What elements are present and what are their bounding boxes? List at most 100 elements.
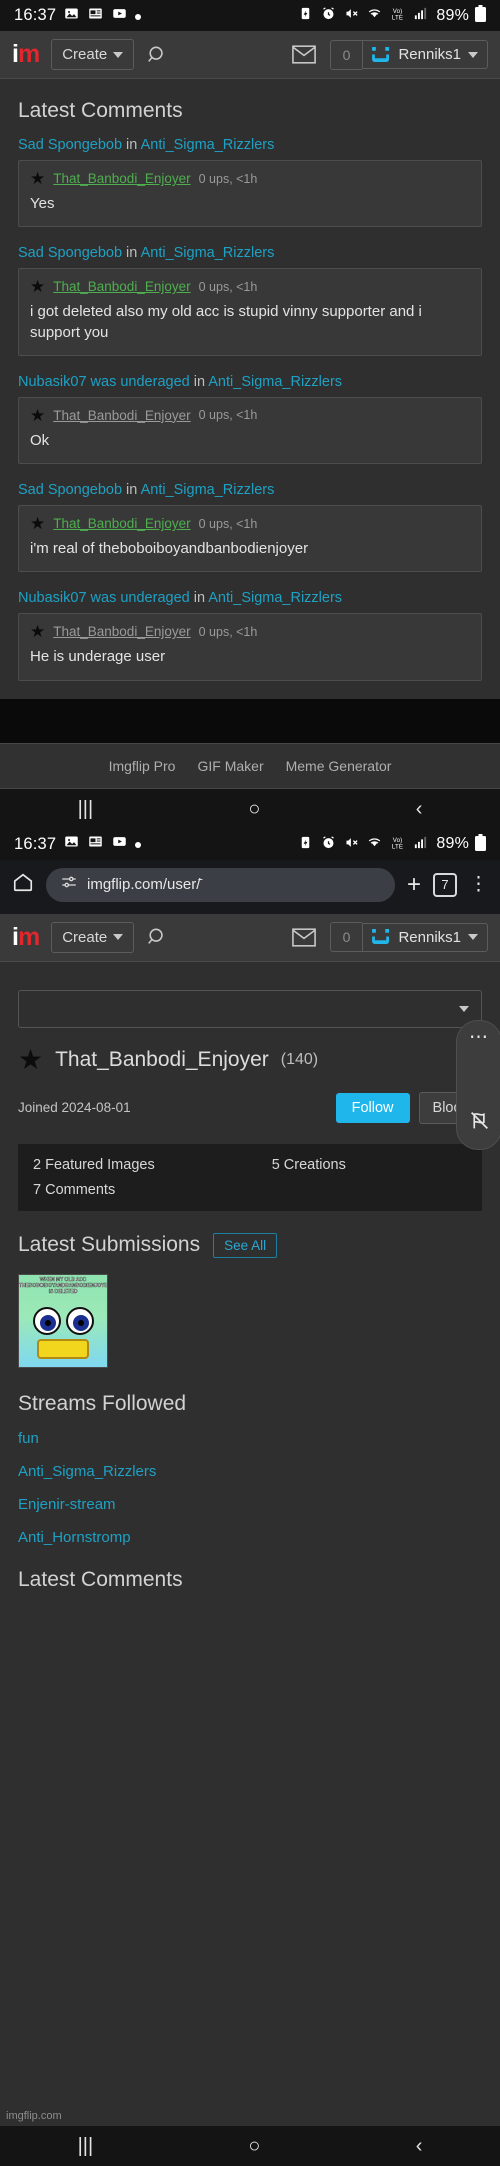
recents-button[interactable]: ||| xyxy=(78,799,94,819)
comment-meta: ★ That_Banbodi_Enjoyer 0 ups, <1h xyxy=(30,407,470,424)
kebab-menu-icon[interactable]: ⋮ xyxy=(469,874,488,894)
search-icon[interactable] xyxy=(146,44,168,66)
comment-stats: 0 ups, <1h xyxy=(198,624,258,639)
battery-saver-icon xyxy=(297,835,314,854)
comment-author-link[interactable]: That_Banbodi_Enjoyer xyxy=(53,624,190,639)
comment-author-link[interactable]: That_Banbodi_Enjoyer xyxy=(53,516,190,531)
url-bar[interactable]: imgflip.com/user/̄ xyxy=(46,867,395,902)
status-bar-left: 16:37 xyxy=(14,834,142,854)
logo-letter-m: m xyxy=(17,922,40,951)
post-link[interactable]: Sad Spongebob xyxy=(18,482,122,498)
more-dots-icon[interactable]: ⋯ xyxy=(469,1028,489,1046)
post-link[interactable]: Sad Spongebob xyxy=(18,137,122,153)
comment-context: Sad Spongebob in Anti_Sigma_Rizzlers xyxy=(18,137,482,153)
alarm-icon xyxy=(320,6,337,25)
battery-saver-icon xyxy=(297,6,314,25)
profile-stats: 2 Featured Images 5 Creations 7 Comments xyxy=(18,1143,482,1211)
stat-featured-images[interactable]: 2 Featured Images xyxy=(33,1157,272,1173)
stream-link[interactable]: Anti_Sigma_Rizzlers xyxy=(141,245,275,261)
stats-row: 7 Comments xyxy=(33,1182,467,1198)
home-icon[interactable] xyxy=(12,871,34,898)
battery-icon xyxy=(475,5,486,26)
stream-link[interactable]: Anti_Sigma_Rizzlers xyxy=(141,482,275,498)
create-button[interactable]: Create xyxy=(51,921,135,953)
star-icon: ★ xyxy=(30,405,46,425)
chevron-down-icon xyxy=(459,1005,469,1012)
back-button[interactable]: ‹ xyxy=(416,799,423,819)
user-menu-button[interactable]: Renniks1 xyxy=(362,40,488,69)
dot-icon xyxy=(135,7,142,25)
stream-link[interactable]: Anti_Sigma_Rizzlers xyxy=(208,590,342,606)
notification-count[interactable]: 0 xyxy=(329,39,363,70)
comment-meta: ★ That_Banbodi_Enjoyer 0 ups, <1h xyxy=(30,515,470,532)
status-bar-right: Vo) LTE 89% xyxy=(297,5,486,26)
mail-icon[interactable] xyxy=(291,45,316,64)
comment-box[interactable]: ★ That_Banbodi_Enjoyer 0 ups, <1h Yes xyxy=(18,160,482,228)
site-settings-icon[interactable] xyxy=(60,873,78,896)
avatar xyxy=(372,46,390,62)
spongebob-eye-left xyxy=(33,1306,61,1335)
stream-link-anti-sigma-rizzlers[interactable]: Anti_Sigma_Rizzlers xyxy=(18,1463,482,1480)
create-label: Create xyxy=(62,46,108,63)
stream-link[interactable]: Anti_Sigma_Rizzlers xyxy=(141,137,275,153)
footer-link-gif-maker[interactable]: GIF Maker xyxy=(197,758,263,774)
comment-box[interactable]: ★ That_Banbodi_Enjoyer 0 ups, <1h Ok xyxy=(18,396,482,464)
comment-author-link[interactable]: That_Banbodi_Enjoyer xyxy=(53,279,190,294)
youtube-icon xyxy=(111,6,128,26)
signal-icon xyxy=(412,6,429,25)
status-bar-clock: 16:37 xyxy=(14,6,57,24)
post-link[interactable]: Nubasik07 was underaged xyxy=(18,374,190,390)
comment-item: Sad Spongebob in Anti_Sigma_Rizzlers ★ T… xyxy=(18,482,482,573)
imgflip-logo[interactable]: im xyxy=(12,42,40,67)
recents-button[interactable]: ||| xyxy=(78,2136,94,2156)
stat-comments[interactable]: 7 Comments xyxy=(33,1182,272,1198)
volte-icon: Vo) LTE xyxy=(389,6,406,25)
user-menu-button[interactable]: Renniks1 xyxy=(362,922,488,952)
comment-box[interactable]: ★ That_Banbodi_Enjoyer 0 ups, <1h i'm re… xyxy=(18,505,482,573)
create-button[interactable]: Create xyxy=(51,39,135,70)
imgflip-logo[interactable]: im xyxy=(12,922,40,951)
svg-text:LTE: LTE xyxy=(392,15,403,21)
android-nav-bar-upper: ||| ○ ‹ xyxy=(0,788,500,829)
comment-author-link[interactable]: That_Banbodi_Enjoyer xyxy=(53,408,190,423)
battery-icon xyxy=(475,833,486,855)
stream-link-fun[interactable]: fun xyxy=(18,1430,482,1447)
comment-box[interactable]: ★ That_Banbodi_Enjoyer 0 ups, <1h He is … xyxy=(18,613,482,681)
comment-author-link[interactable]: That_Banbodi_Enjoyer xyxy=(53,171,190,186)
wifi-icon xyxy=(366,6,383,25)
flag-off-icon[interactable] xyxy=(469,1110,490,1137)
profile-header: ★ That_Banbodi_Enjoyer (140) xyxy=(18,1045,482,1074)
photo-icon xyxy=(63,6,80,26)
comment-box[interactable]: ★ That_Banbodi_Enjoyer 0 ups, <1h i got … xyxy=(18,268,482,356)
footer-link-imgflip-pro[interactable]: Imgflip Pro xyxy=(109,758,176,774)
alarm-icon xyxy=(320,835,337,854)
mute-icon xyxy=(343,835,360,854)
stat-creations[interactable]: 5 Creations xyxy=(272,1157,346,1173)
comment-stats: 0 ups, <1h xyxy=(198,516,258,531)
home-button[interactable]: ○ xyxy=(248,799,260,819)
mail-icon[interactable] xyxy=(291,927,316,947)
comment-meta: ★ That_Banbodi_Enjoyer 0 ups, <1h xyxy=(30,170,470,187)
comment-item: Sad Spongebob in Anti_Sigma_Rizzlers ★ T… xyxy=(18,137,482,228)
stream-link[interactable]: Anti_Sigma_Rizzlers xyxy=(208,374,342,390)
back-button[interactable]: ‹ xyxy=(416,2136,423,2156)
follow-button[interactable]: Follow xyxy=(335,1092,410,1123)
stream-link-anti-hornstromp[interactable]: Anti_Hornstromp xyxy=(18,1529,482,1546)
stats-row: 2 Featured Images 5 Creations xyxy=(33,1157,467,1173)
submission-thumbnail[interactable]: WHEN MY OLD ACC THEBOBOIBOYANDBANBODIENJ… xyxy=(18,1273,108,1368)
comment-context: Sad Spongebob in Anti_Sigma_Rizzlers xyxy=(18,245,482,261)
stream-select-dropdown[interactable] xyxy=(18,989,482,1028)
in-word: in xyxy=(193,590,206,607)
post-link[interactable]: Nubasik07 was underaged xyxy=(18,590,190,606)
latest-comments-page: Latest Comments Sad Spongebob in Anti_Si… xyxy=(0,79,500,681)
stream-link-enjenir-stream[interactable]: Enjenir-stream xyxy=(18,1496,482,1513)
search-icon[interactable] xyxy=(146,926,168,948)
new-tab-button[interactable]: + xyxy=(407,872,421,897)
see-all-button[interactable]: See All xyxy=(213,1232,278,1258)
tab-switcher-button[interactable]: 7 xyxy=(433,872,457,897)
notification-count[interactable]: 0 xyxy=(329,922,363,952)
footer-link-meme-generator[interactable]: Meme Generator xyxy=(286,758,392,774)
mute-icon xyxy=(343,6,360,25)
home-button[interactable]: ○ xyxy=(248,2136,260,2156)
post-link[interactable]: Sad Spongebob xyxy=(18,245,122,261)
